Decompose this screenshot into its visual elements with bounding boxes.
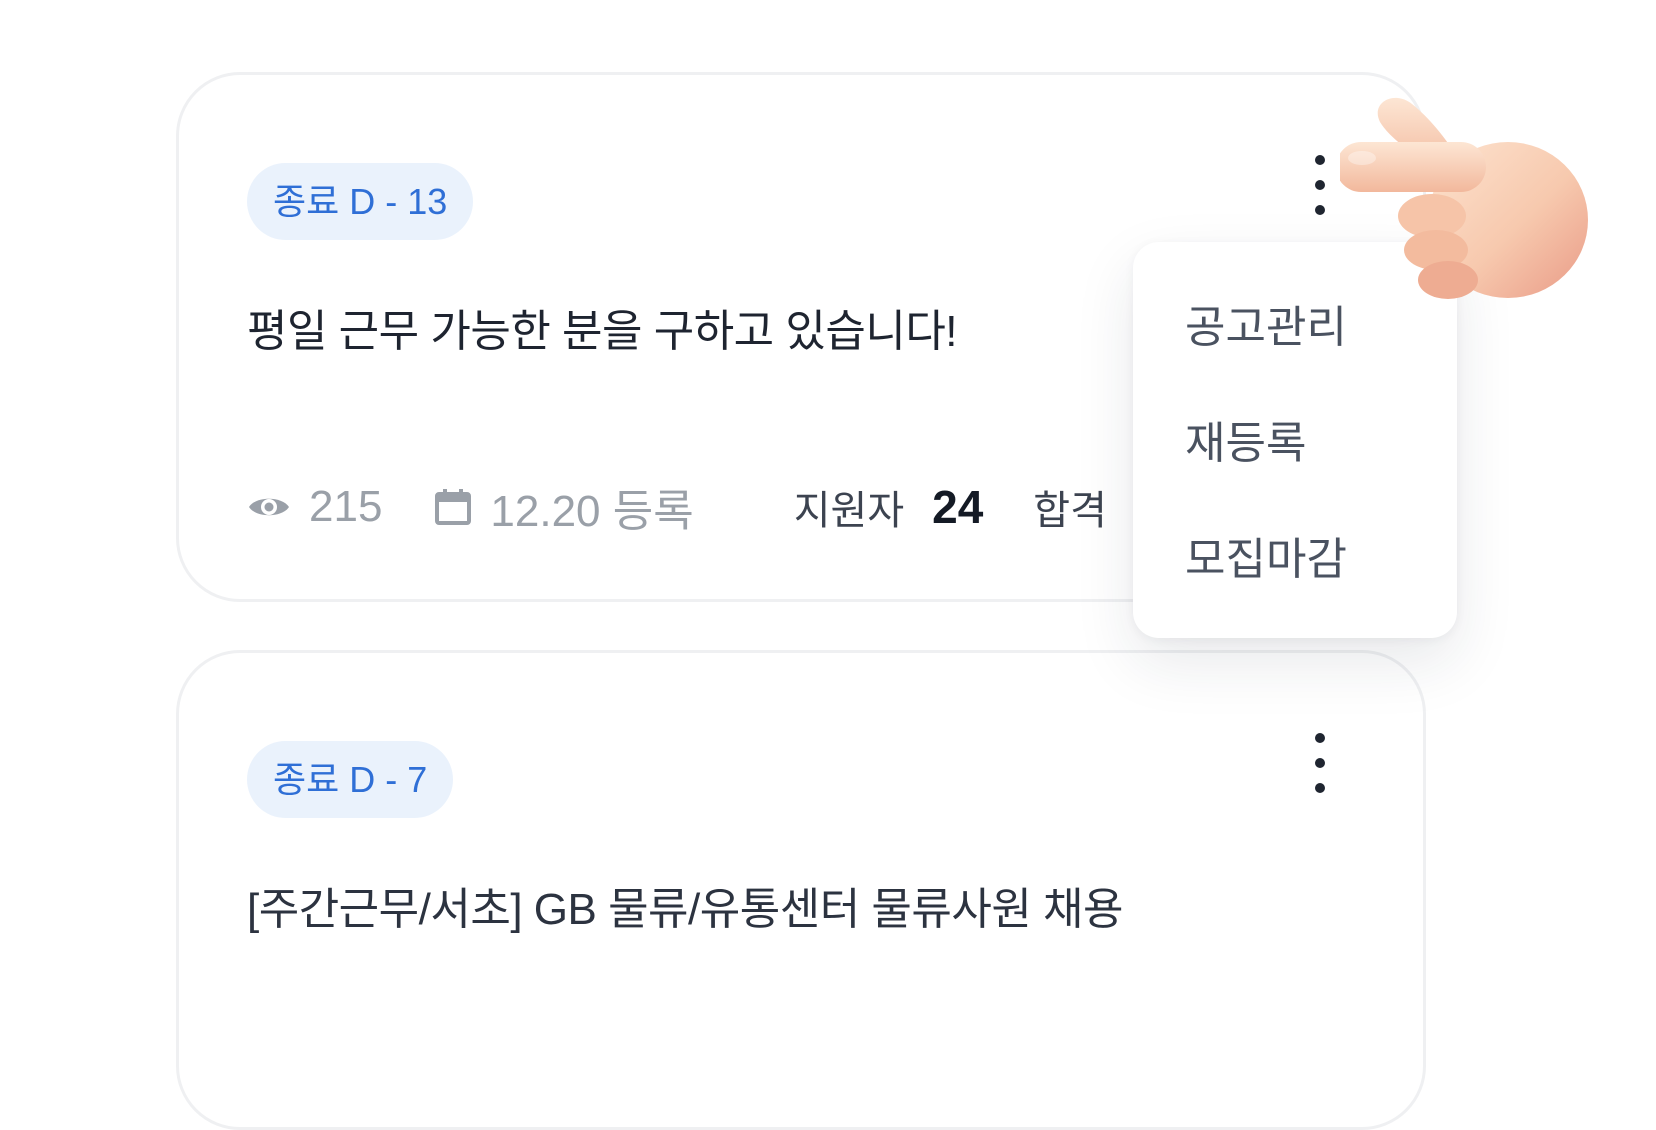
views-stat: 215	[247, 482, 382, 532]
more-options-button[interactable]	[1305, 155, 1335, 215]
deadline-badge: 종료 D - 13	[247, 163, 474, 240]
menu-item-repost[interactable]: 재등록	[1133, 386, 1457, 502]
more-vertical-icon	[1315, 733, 1325, 743]
applicants-count[interactable]: 24	[932, 480, 983, 534]
views-count: 215	[309, 482, 383, 531]
job-meta: 215 12.20 등록 지원자 24 합격 1	[247, 475, 1211, 539]
job-title[interactable]: [주간근무/서초] GB 물류/유통센터 물류사원 채용	[247, 873, 1124, 937]
more-options-button[interactable]	[1305, 733, 1335, 793]
deadline-badge: 종료 D - 7	[247, 741, 454, 818]
date-text: 12.20 등록	[490, 487, 694, 536]
applicants-label: 지원자	[793, 489, 905, 533]
eye-icon	[247, 492, 291, 522]
posted-date: 12.20 등록	[434, 475, 694, 539]
calendar-icon	[434, 488, 472, 526]
job-card[interactable]: 종료 D - 7 [주간근무/서초] GB 물류/유통센터 물류사원 채용	[176, 650, 1426, 1130]
job-title[interactable]: 평일 근무 가능한 분을 구하고 있습니다!	[247, 295, 958, 359]
pointing-hand-icon	[1340, 97, 1588, 299]
menu-item-close-recruitment[interactable]: 모집마감	[1133, 502, 1457, 618]
more-vertical-icon	[1315, 155, 1325, 165]
passed-label: 합격	[1033, 489, 1107, 533]
